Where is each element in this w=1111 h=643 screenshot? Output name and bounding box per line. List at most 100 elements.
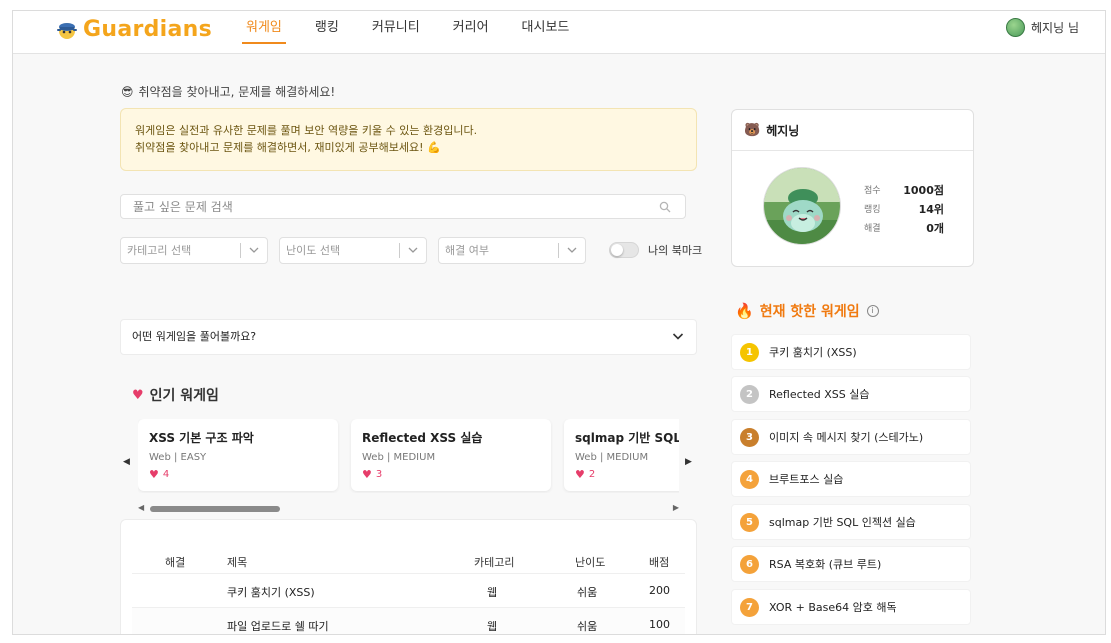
- stat-value: 14위: [918, 202, 944, 216]
- scroll-thumb[interactable]: [150, 506, 280, 512]
- rank-badge: 2: [740, 384, 759, 404]
- cell-difficulty: 쉬움: [577, 586, 598, 599]
- top-nav-bar: Guardians 워게임 랭킹 커뮤니티 커리어 대시보드 헤지닝 님: [13, 11, 1105, 54]
- profile-stats: 점수 1000점 랭킹 14위 해결 0개: [864, 180, 944, 237]
- solved-select-value: 해결 여부: [445, 244, 489, 257]
- category-select-value: 카테고리 선택: [127, 244, 192, 257]
- select-divider: [240, 243, 241, 258]
- rank-badge: 3: [740, 427, 759, 447]
- like-count: 2: [588, 469, 596, 480]
- rank-badge: 6: [740, 554, 759, 574]
- difficulty-select[interactable]: 난이도 선택: [279, 237, 427, 264]
- search-icon[interactable]: [659, 201, 671, 213]
- cell-title: 파일 업로드로 쉘 따기: [227, 620, 329, 633]
- fire-icon: 🔥: [735, 302, 754, 320]
- table-row[interactable]: 파일 업로드로 쉘 따기 웹 쉬움 100: [132, 607, 685, 634]
- hot-item-label: 이미지 속 메시지 찾기 (스테가노): [769, 431, 924, 444]
- app-frame: Guardians 워게임 랭킹 커뮤니티 커리어 대시보드 헤지닝 님 😎 취…: [12, 10, 1106, 635]
- chevron-down-icon: [567, 247, 577, 253]
- scroll-right-icon[interactable]: ▶: [673, 503, 679, 512]
- chevron-down-icon: [672, 333, 684, 340]
- profile-badge-icon: 🐻: [744, 122, 761, 138]
- hot-item-label: 쿠키 훔치기 (XSS): [769, 346, 857, 359]
- nav-item-community[interactable]: 커뮤니티: [372, 11, 420, 54]
- hot-item-label: Reflected XSS 실습: [769, 388, 870, 401]
- bookmark-label: 나의 북마크: [648, 244, 703, 257]
- popular-section-title: ♥ 인기 워게임: [132, 385, 219, 405]
- card-title: sqlmap 기반 SQL 인젝션 실습: [575, 431, 679, 445]
- sunglasses-icon: 😎: [121, 84, 134, 99]
- recommend-accordion[interactable]: 어떤 워게임을 풀어볼까요?: [120, 319, 697, 355]
- hot-list-item[interactable]: 7 XOR + Base64 암호 해독: [731, 589, 971, 625]
- main-nav: 워게임 랭킹 커뮤니티 커리어 대시보드: [242, 11, 602, 54]
- hot-list-item[interactable]: 4 브루트포스 실습: [731, 461, 971, 497]
- stat-solved: 해결 0개: [864, 218, 944, 237]
- rank-badge: 4: [740, 469, 759, 489]
- hot-list-item[interactable]: 6 RSA 복호화 (큐브 루트): [731, 546, 971, 582]
- hot-list-item[interactable]: 2 Reflected XSS 실습: [731, 376, 971, 412]
- notice-box: 워게임은 실전과 유사한 문제를 풀며 보안 역량을 키울 수 있는 환경입니다…: [120, 108, 697, 171]
- wargame-card[interactable]: Reflected XSS 실습 Web | MEDIUM ♥ 3: [351, 419, 551, 491]
- hot-item-label: XOR + Base64 암호 해독: [769, 601, 897, 614]
- stat-rank: 랭킹 14위: [864, 199, 944, 218]
- stat-label: 점수: [864, 186, 881, 196]
- profile-avatar-image: [764, 168, 840, 244]
- rank-badge: 7: [740, 597, 759, 617]
- cell-points: 100: [649, 618, 670, 631]
- cell-category: 웹: [487, 586, 498, 599]
- nav-item-ranking[interactable]: 랭킹: [315, 11, 339, 54]
- nav-item-career[interactable]: 커리어: [453, 11, 489, 54]
- card-likes: ♥ 2: [575, 468, 679, 481]
- popular-title-text: 인기 워게임: [149, 388, 219, 404]
- table-row[interactable]: 쿠키 훔치기 (XSS) 웹 쉬움 200: [132, 573, 685, 605]
- solved-select[interactable]: 해결 여부: [438, 237, 586, 264]
- hot-list-item[interactable]: 3 이미지 속 메시지 찾기 (스테가노): [731, 419, 971, 455]
- card-title: Reflected XSS 실습: [362, 431, 483, 445]
- notice-line-1: 워게임은 실전과 유사한 문제를 풀며 보안 역량을 키울 수 있는 환경입니다…: [135, 124, 478, 137]
- rank-badge: 5: [740, 512, 759, 532]
- card-meta: Web | EASY: [149, 452, 207, 463]
- hot-item-label: sqlmap 기반 SQL 인젝션 실습: [769, 516, 916, 529]
- bookmark-toggle-group: 나의 북마크: [609, 242, 702, 258]
- select-divider: [399, 243, 400, 258]
- hot-title-text: 현재 핫한 워게임: [759, 304, 860, 320]
- wargame-card[interactable]: sqlmap 기반 SQL 인젝션 실습 Web | MEDIUM ♥2: [564, 419, 679, 491]
- chevron-down-icon: [249, 247, 259, 253]
- intro-line: 😎 취약점을 찾아내고, 문제를 해결하세요!: [121, 83, 335, 100]
- wargame-table: 해결 제목 카테고리 난이도 배점 쿠키 훔치기 (XSS) 웹 쉬움 200 …: [120, 519, 697, 634]
- nav-item-wargame[interactable]: 워게임: [242, 11, 286, 54]
- carousel-scrollbar[interactable]: ◀ ▶: [138, 503, 679, 513]
- carousel-track: XSS 기본 구조 파악 Web | EASY ♥ 4 Reflected XSS…: [138, 419, 679, 493]
- stat-value: 0개: [926, 221, 944, 235]
- user-menu[interactable]: 헤지닝 님: [1006, 18, 1079, 37]
- stat-label: 랭킹: [864, 205, 881, 215]
- hot-list-item[interactable]: 5 sqlmap 기반 SQL 인젝션 실습: [731, 504, 971, 540]
- bookmark-toggle[interactable]: [609, 242, 639, 258]
- user-name: 헤지닝 님: [1031, 21, 1079, 35]
- category-select[interactable]: 카테고리 선택: [120, 237, 268, 264]
- profile-card: 🐻 헤지닝 점수 1000점 랭킹 14위 해결 0개: [731, 109, 974, 267]
- wargame-card[interactable]: XSS 기본 구조 파악 Web | EASY ♥ 4: [138, 419, 338, 491]
- cell-category: 웹: [487, 620, 498, 633]
- card-likes: ♥ 3: [362, 468, 540, 481]
- guardian-logo-icon: [57, 22, 77, 39]
- hot-list-item[interactable]: 1 쿠키 훔치기 (XSS): [731, 334, 971, 370]
- carousel-next-button[interactable]: ▶: [685, 457, 692, 467]
- info-icon[interactable]: i: [866, 305, 879, 317]
- carousel-prev-button[interactable]: ◀: [123, 457, 130, 467]
- hot-item-label: RSA 복호화 (큐브 루트): [769, 558, 882, 571]
- profile-avatar: [763, 167, 841, 245]
- heart-icon: ♥: [575, 468, 585, 481]
- col-header-difficulty: 난이도: [575, 556, 606, 569]
- like-count: 4: [162, 469, 170, 480]
- logo[interactable]: Guardians: [55, 17, 212, 42]
- card-meta: Web | MEDIUM: [362, 452, 436, 463]
- difficulty-select-value: 난이도 선택: [286, 244, 341, 257]
- nav-item-dashboard[interactable]: 대시보드: [522, 11, 570, 54]
- card-likes: ♥ 4: [149, 468, 327, 481]
- rank-badge: 1: [740, 342, 759, 362]
- scroll-left-icon[interactable]: ◀: [138, 503, 144, 512]
- col-header-category: 카테고리: [474, 556, 515, 569]
- search-input[interactable]: [121, 195, 641, 218]
- chevron-down-icon: [408, 247, 418, 253]
